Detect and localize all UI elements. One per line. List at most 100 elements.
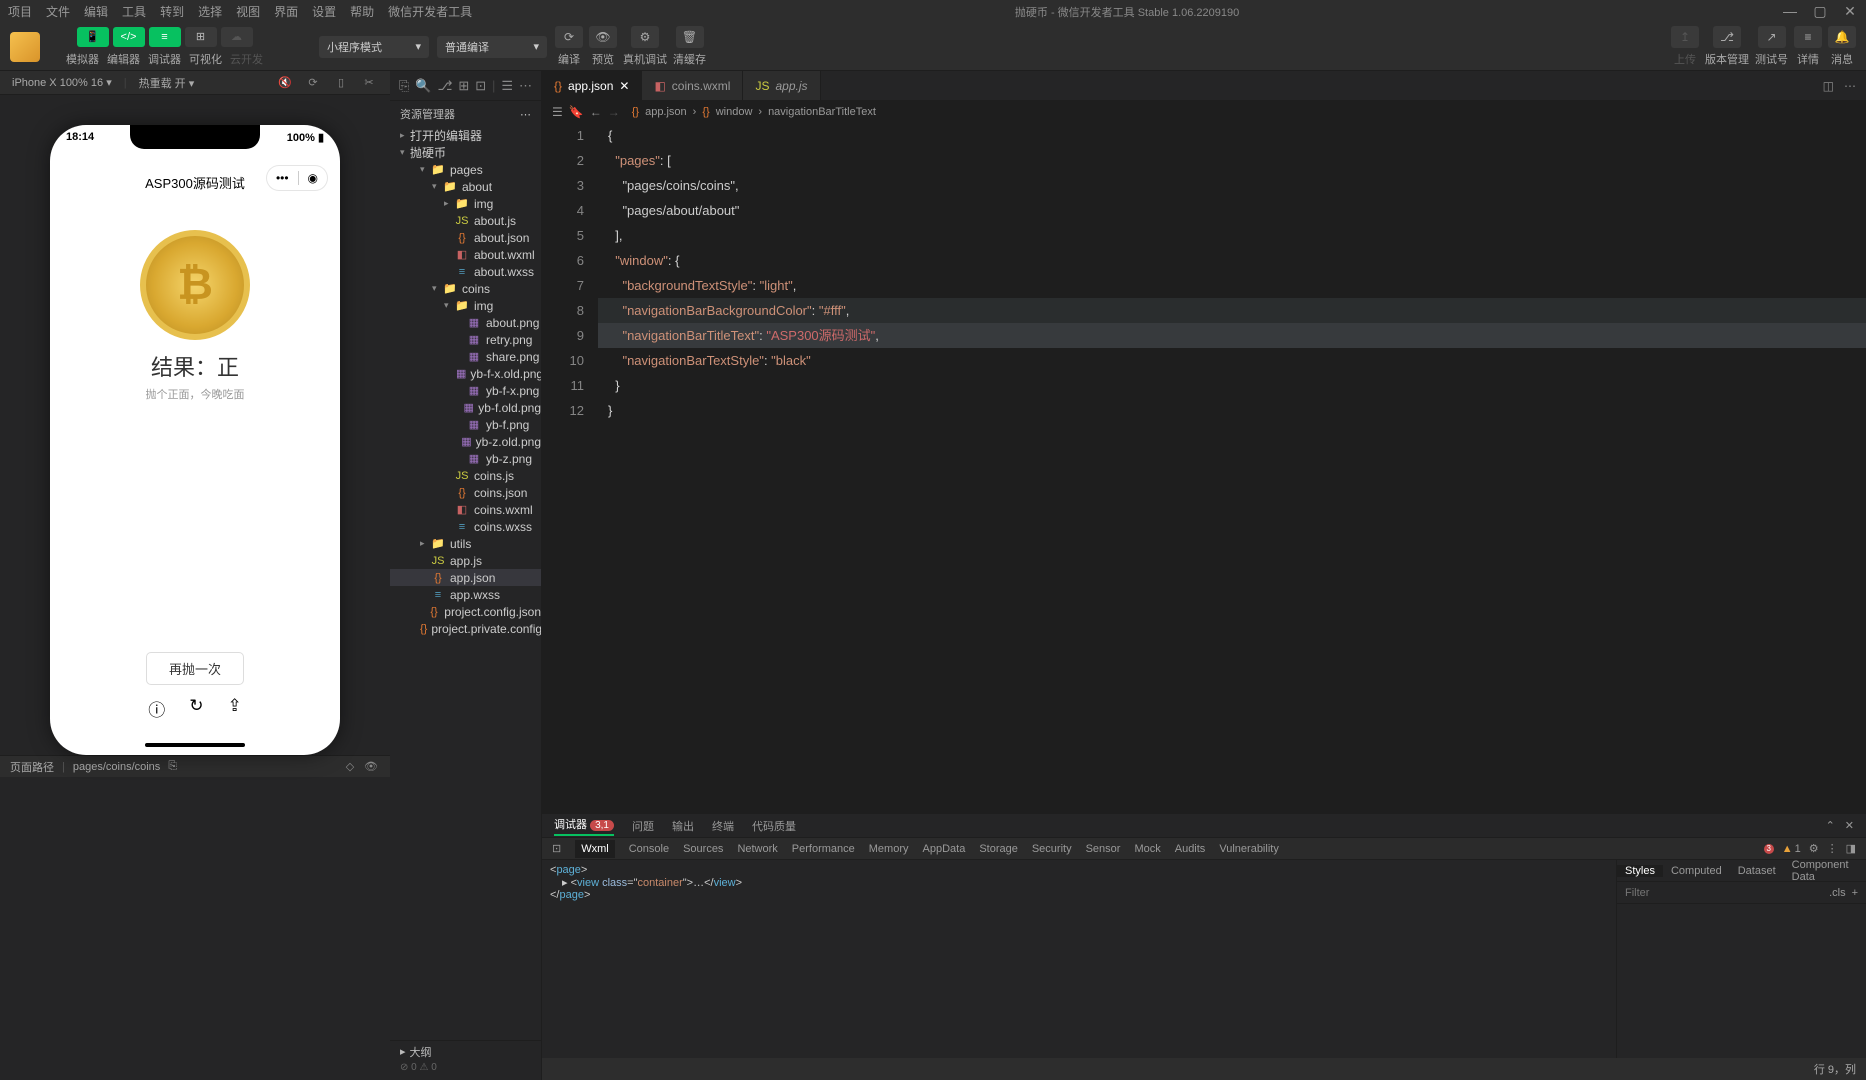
gear-icon[interactable]: ⚙ — [1809, 842, 1819, 855]
devtools-tab[interactable]: Sources — [683, 843, 723, 855]
tree-file[interactable]: JSabout.js — [390, 212, 541, 229]
tree-file[interactable]: ◧about.wxml — [390, 246, 541, 263]
tree-file[interactable]: ▦yb-z.png — [390, 450, 541, 467]
filter-input[interactable] — [1625, 887, 1829, 899]
terminal-tab[interactable]: 终端 — [712, 818, 734, 834]
tree-file[interactable]: ≡app.wxss — [390, 586, 541, 603]
remote-debug-button[interactable]: ⚙ — [631, 26, 659, 48]
tree-folder[interactable]: ▾📁img — [390, 297, 541, 314]
preview-button[interactable]: 👁 — [589, 26, 617, 48]
share-icon[interactable]: ⇪ — [228, 696, 242, 721]
info-icon[interactable]: ⓘ — [148, 696, 165, 721]
editor-tab[interactable]: JSapp.js — [743, 71, 820, 100]
breadcrumb-item[interactable]: app.json — [645, 106, 687, 118]
menu-item[interactable]: 选择 — [198, 3, 222, 20]
more-icon[interactable]: ⋯ — [520, 108, 531, 121]
menu-item[interactable]: 视图 — [236, 3, 260, 20]
files-icon[interactable]: ⎘ — [399, 78, 409, 94]
tree-folder[interactable]: ▾📁about — [390, 178, 541, 195]
devtools-tab[interactable]: Vulnerability — [1219, 843, 1279, 855]
visual-button[interactable]: ⊞ — [185, 27, 217, 47]
close-tab-icon[interactable]: ✕ — [619, 79, 629, 93]
menu-item[interactable]: 转到 — [160, 3, 184, 20]
tree-folder[interactable]: ▸📁utils — [390, 535, 541, 552]
list-icon[interactable]: ☰ — [552, 105, 563, 119]
version-button[interactable]: ⎇ — [1713, 26, 1741, 48]
mute-icon[interactable]: 🔇 — [276, 74, 294, 92]
inspect-icon[interactable]: ⊡ — [552, 842, 561, 855]
dataset-tab[interactable]: Dataset — [1730, 865, 1784, 877]
component-data-tab[interactable]: Component Data — [1784, 859, 1866, 883]
phone-capsule[interactable]: ••• ◉ — [266, 165, 328, 191]
test-button[interactable]: ↗ — [1758, 26, 1786, 48]
more-icon[interactable]: ⋯ — [519, 78, 532, 94]
editor-tab[interactable]: {}app.json✕ — [542, 71, 642, 100]
eye-icon[interactable]: 👁 — [362, 758, 380, 776]
outline-section[interactable]: ▸大纲 — [390, 1040, 541, 1062]
mode-dropdown[interactable]: 小程序模式▾ — [319, 36, 429, 58]
icon[interactable]: ⊡ — [475, 78, 486, 94]
forward-icon[interactable]: → — [608, 105, 620, 119]
more-icon[interactable]: ⋯ — [1844, 79, 1856, 93]
cls-toggle[interactable]: .cls — [1829, 887, 1846, 899]
devtools-tab[interactable]: Mock — [1134, 843, 1160, 855]
search-icon[interactable]: 🔍 — [415, 78, 431, 94]
devtools-tab[interactable]: Storage — [979, 843, 1018, 855]
devtools-tab[interactable]: Memory — [869, 843, 909, 855]
more-icon[interactable]: ••• — [276, 171, 289, 185]
code-quality-tab[interactable]: 代码质量 — [752, 818, 796, 834]
devtools-tab[interactable]: Wxml — [575, 840, 615, 858]
devtools-tab[interactable]: Console — [629, 843, 669, 855]
close-icon[interactable]: ✕ — [1845, 819, 1854, 832]
retry-icon[interactable]: ↻ — [189, 696, 203, 721]
split-icon[interactable]: ◫ — [1823, 79, 1834, 93]
devtools-tab[interactable]: Performance — [792, 843, 855, 855]
cloud-button[interactable]: ☁ — [221, 27, 253, 47]
device-selector[interactable]: iPhone X 100% 16 ▾ — [12, 76, 112, 89]
editor-tab[interactable]: ◧coins.wxml — [642, 71, 743, 100]
menu-item[interactable]: 设置 — [312, 3, 336, 20]
tree-file[interactable]: {}about.json — [390, 229, 541, 246]
menu-item[interactable]: 编辑 — [84, 3, 108, 20]
close-icon[interactable]: ✕ — [1842, 3, 1858, 20]
editor-button[interactable]: </> — [113, 27, 145, 47]
tree-file[interactable]: JScoins.js — [390, 467, 541, 484]
bookmark-icon[interactable]: 🔖 — [569, 105, 584, 119]
details-button[interactable]: ≡ — [1794, 26, 1822, 48]
compile-button[interactable]: ⟳ — [555, 26, 583, 48]
devtools-tab[interactable]: Security — [1032, 843, 1072, 855]
menu-item[interactable]: 帮助 — [350, 3, 374, 20]
tree-folder[interactable]: ▾📁pages — [390, 161, 541, 178]
breadcrumb-item[interactable]: navigationBarTitleText — [768, 106, 876, 118]
upload-button[interactable]: ↥ — [1671, 26, 1699, 48]
tree-file[interactable]: ▦share.png — [390, 348, 541, 365]
open-editors-section[interactable]: ▸打开的编辑器 — [390, 127, 541, 144]
menu-item[interactable]: 界面 — [274, 3, 298, 20]
code-area[interactable]: 123456789101112 { "pages": [ "pages/coin… — [542, 123, 1866, 813]
computed-tab[interactable]: Computed — [1663, 865, 1730, 877]
message-button[interactable]: 🔔 — [1828, 26, 1856, 48]
hot-reload-toggle[interactable]: 热重载 开 ▾ — [139, 75, 195, 91]
compile-dropdown[interactable]: 普通编译▾ — [437, 36, 547, 58]
tree-file[interactable]: ▦yb-z.old.png — [390, 433, 541, 450]
tree-file[interactable]: {}app.json — [390, 569, 541, 586]
minimize-icon[interactable]: — — [1782, 3, 1798, 20]
tree-file[interactable]: ◧coins.wxml — [390, 501, 541, 518]
avatar[interactable] — [10, 32, 40, 62]
simulator-button[interactable]: 📱 — [77, 27, 109, 47]
tree-file[interactable]: ▦retry.png — [390, 331, 541, 348]
tree-file[interactable]: {}project.private.config.js... — [390, 620, 541, 637]
copy-icon[interactable]: ⎘ — [168, 760, 177, 773]
cut-icon[interactable]: ✂ — [360, 74, 378, 92]
git-icon[interactable]: ⎇ — [437, 78, 452, 94]
tree-file[interactable]: ▦yb-f-x.old.png — [390, 365, 541, 382]
tree-file[interactable]: ▦yb-f-x.png — [390, 382, 541, 399]
breadcrumb-item[interactable]: window — [716, 106, 753, 118]
styles-tab[interactable]: Styles — [1617, 865, 1663, 877]
dock-icon[interactable]: ◨ — [1846, 842, 1856, 855]
refresh-icon[interactable]: ⟳ — [304, 74, 322, 92]
back-icon[interactable]: ← — [590, 105, 602, 119]
warning-badge[interactable]: ▲ — [1782, 843, 1793, 855]
tree-file[interactable]: ▦yb-f.png — [390, 416, 541, 433]
devtools-tab[interactable]: AppData — [923, 843, 966, 855]
